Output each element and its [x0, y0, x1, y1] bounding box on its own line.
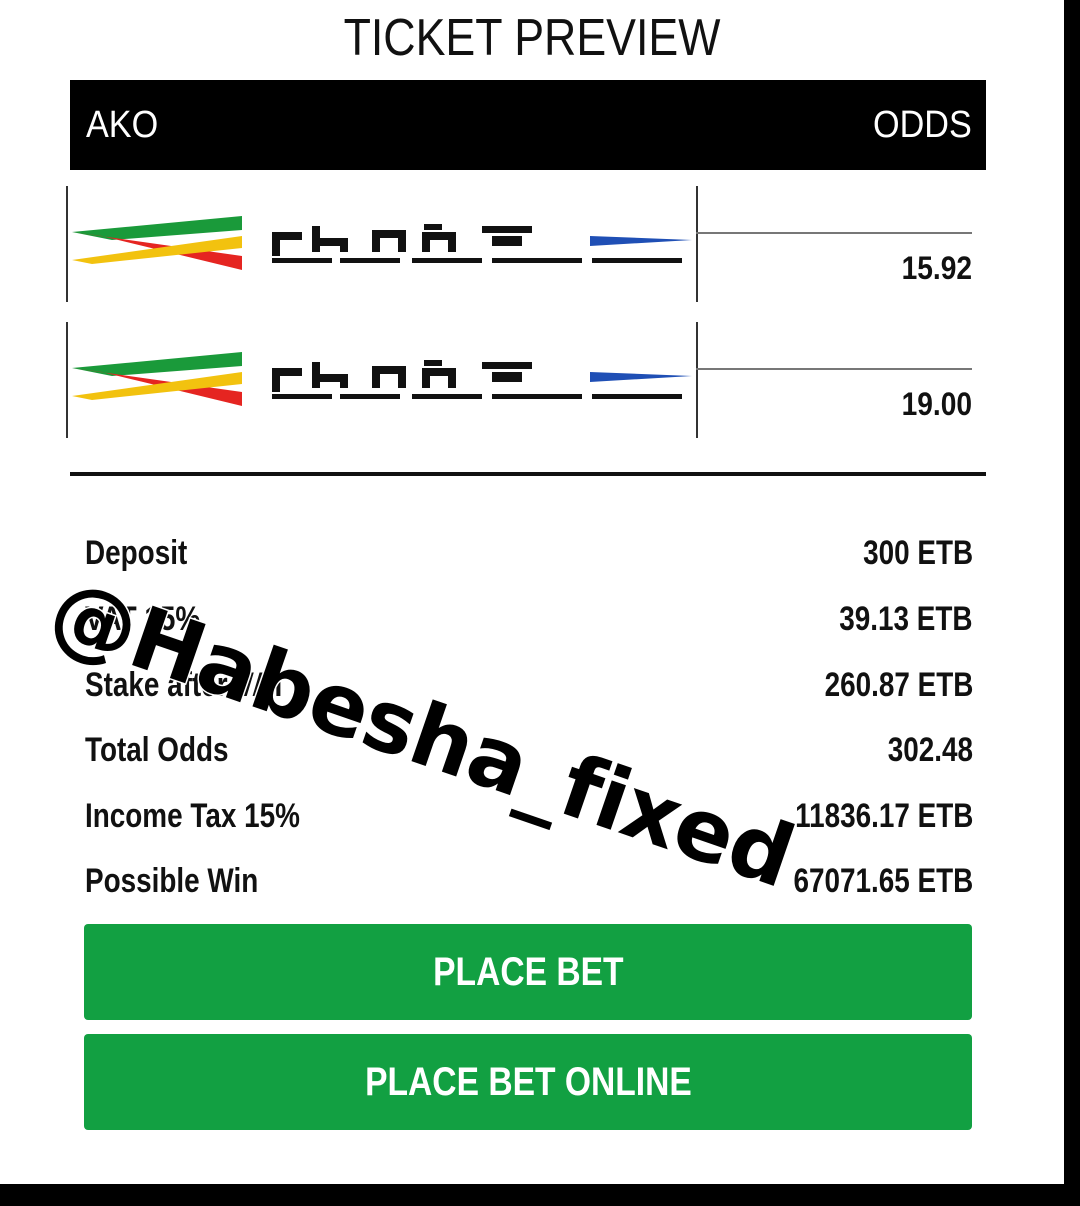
summary-value: 11836.17 ETB [794, 797, 973, 835]
summary-value: 302.48 [887, 731, 973, 769]
brand-logo-icon [72, 216, 692, 270]
place-bet-button[interactable]: PLACE BET [84, 924, 972, 1020]
place-bet-online-button[interactable]: PLACE BET ONLINE [84, 1034, 972, 1130]
odds-value: 19.00 [901, 386, 972, 422]
summary-deposit: Deposit 300 ETB [85, 526, 973, 582]
summary-label: Income Tax 15% [85, 797, 300, 835]
table-row: 15.92 [66, 186, 986, 302]
page-title: TICKET PREVIEW [343, 9, 721, 67]
table-header: AKO ODDS [70, 80, 986, 170]
header-odds-label: ODDS [873, 104, 972, 146]
section-divider [70, 472, 986, 476]
place-bet-online-label: PLACE BET ONLINE [364, 1060, 692, 1104]
brand-logo-icon [72, 352, 692, 406]
place-bet-label: PLACE BET [432, 950, 624, 994]
summary-possible-win: Possible Win 67071.65 ETB [85, 854, 973, 910]
ticket-preview-panel: TICKET PREVIEW AKO ODDS 15.92 19.00 Depo… [0, 0, 1064, 1184]
odds-divider [696, 232, 972, 234]
summary-value: 300 ETB [862, 534, 973, 572]
brand-logo-cell [66, 322, 698, 438]
summary-value: 260.87 ETB [824, 666, 973, 704]
summary-value: 39.13 ETB [839, 600, 973, 638]
header-ako-label: AKO [86, 104, 159, 146]
brand-logo-cell [66, 186, 698, 302]
odds-divider [696, 368, 972, 370]
table-row: 19.00 [66, 322, 986, 438]
odds-value: 15.92 [901, 250, 972, 286]
summary-label: Total Odds [85, 731, 229, 769]
summary-value: 67071.65 ETB [793, 862, 973, 900]
summary-label: Deposit [85, 534, 188, 572]
summary-label: Possible Win [85, 862, 259, 900]
